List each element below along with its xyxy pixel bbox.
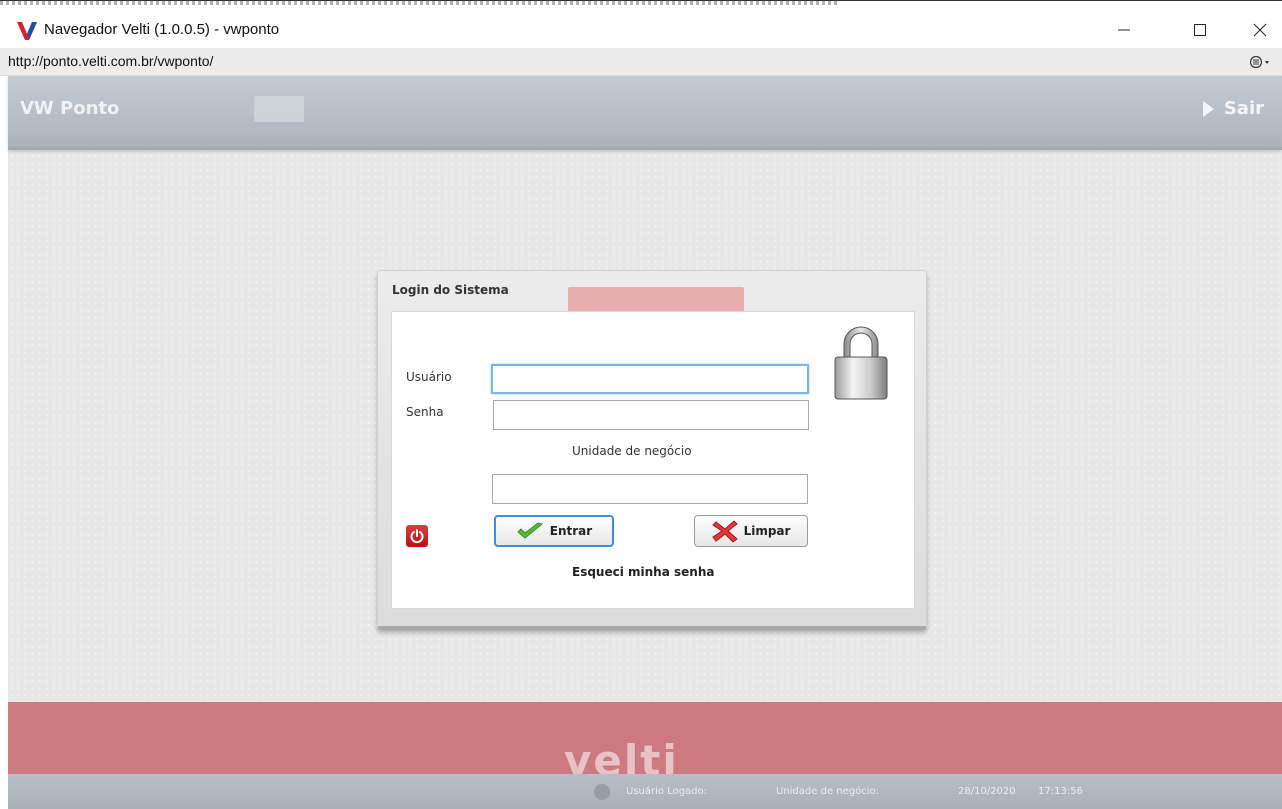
app-title: VW Ponto <box>20 98 120 119</box>
velti-app-icon <box>17 22 37 40</box>
password-label: Senha <box>406 405 444 419</box>
header-placeholder-block <box>254 96 304 122</box>
user-label: Usuário <box>406 370 452 384</box>
logout-button[interactable]: Sair <box>1202 98 1264 119</box>
power-icon[interactable] <box>406 525 428 547</box>
login-dialog: Login do Sistema Usuário Senha Unidade d… <box>377 270 927 630</box>
status-time: 17:13:56 <box>1038 786 1083 797</box>
limpar-button[interactable]: Limpar <box>694 515 808 547</box>
user-logged-label: Usuário Logado: <box>626 786 708 797</box>
minimize-icon[interactable] <box>1104 15 1144 45</box>
window-titlebar: Navegador Velti (1.0.0.5) - vwponto <box>0 0 1282 48</box>
business-unit-label: Unidade de negócio <box>572 444 692 458</box>
globe-icon <box>594 784 610 800</box>
menu-icon[interactable] <box>1248 52 1272 72</box>
login-title: Login do Sistema <box>392 283 509 297</box>
x-icon <box>711 520 738 543</box>
page-content: VW Ponto Sair Login do Sistema Usuário S… <box>8 76 1282 809</box>
lock-icon <box>834 326 888 400</box>
app-header: VW Ponto Sair <box>8 76 1282 150</box>
velti-footer-logo: velti <box>564 740 679 774</box>
titlebar-top-edge <box>0 1 840 5</box>
logout-label: Sair <box>1223 98 1264 119</box>
limpar-label: Limpar <box>743 524 791 538</box>
close-icon[interactable] <box>1240 15 1280 45</box>
forgot-password-link[interactable]: Esqueci minha senha <box>572 565 714 579</box>
maximize-icon[interactable] <box>1180 15 1220 45</box>
entrar-button[interactable]: Entrar <box>494 515 614 547</box>
window-title: Navegador Velti (1.0.0.5) - vwponto <box>44 21 280 38</box>
business-unit-status-label: Unidade de negócio: <box>776 786 879 797</box>
play-arrow-icon <box>1202 100 1214 117</box>
status-bar: Usuário Logado: Unidade de negócio: 28/1… <box>8 774 1282 809</box>
business-unit-input[interactable] <box>492 474 808 504</box>
entrar-label: Entrar <box>549 524 593 538</box>
password-input[interactable] <box>493 400 809 430</box>
background-watermark <box>568 287 744 313</box>
login-form: Usuário Senha Unidade de negócio Entrar <box>391 311 915 609</box>
user-input[interactable] <box>491 364 809 394</box>
status-date: 28/10/2020 <box>958 786 1016 797</box>
checkmark-icon <box>517 522 543 539</box>
url-text[interactable]: http://ponto.velti.com.br/vwponto/ <box>8 53 213 69</box>
address-bar: http://ponto.velti.com.br/vwponto/ <box>0 48 1282 76</box>
